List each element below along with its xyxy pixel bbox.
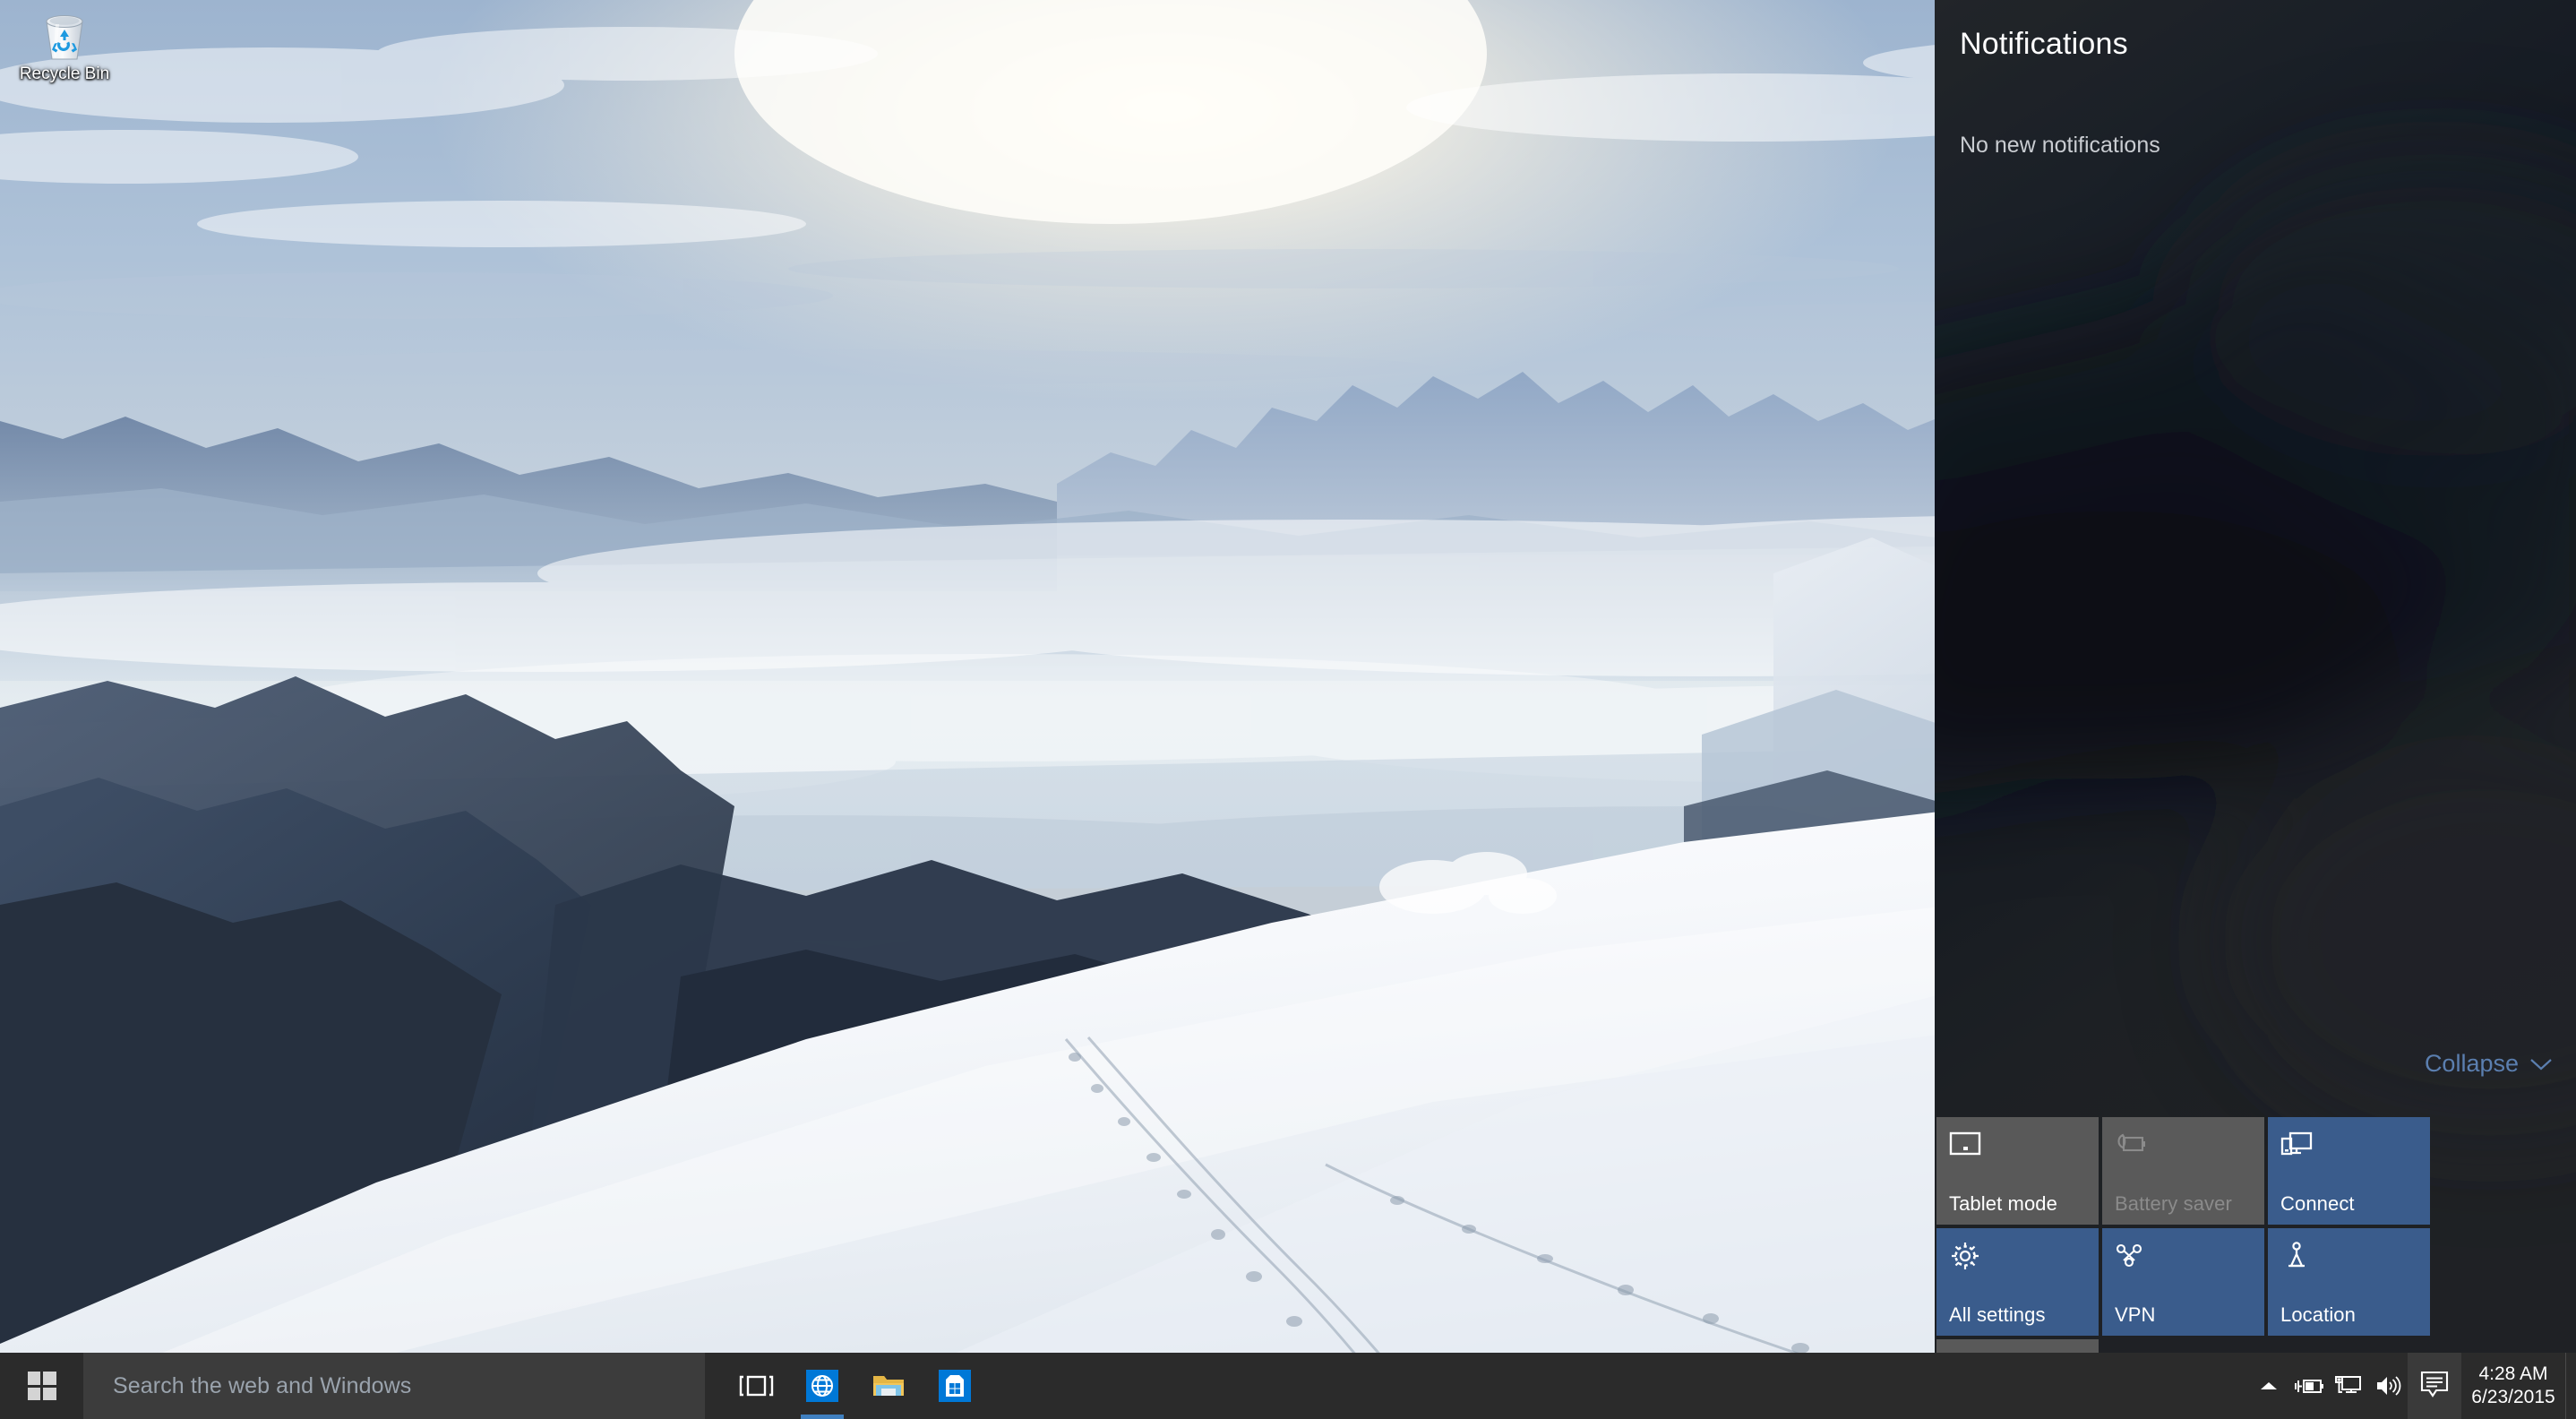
taskbar[interactable]: Search the web and Windows 4:28 AM 6/23/… [0, 1353, 2576, 1419]
quick-action-connect[interactable]: Connect [2268, 1117, 2430, 1225]
taskbar-button-windows-store[interactable] [922, 1353, 988, 1419]
collapse-label: Collapse [2424, 1050, 2519, 1077]
quick-action-label: VPN [2115, 1303, 2156, 1326]
taskbar-spacer [988, 1353, 2248, 1419]
quick-action-label: All settings [1949, 1303, 2046, 1326]
edge-icon [802, 1365, 843, 1406]
action-center-title: Notifications [1960, 27, 2128, 61]
taskbar-clock[interactable]: 4:28 AM 6/23/2015 [2461, 1353, 2565, 1419]
action-center-icon [2419, 1370, 2450, 1403]
vpn-icon [2115, 1241, 2147, 1271]
desktop-icon-label: Recycle Bin [19, 64, 110, 83]
quick-action-vpn[interactable]: VPN [2102, 1228, 2264, 1336]
desktop[interactable]: Recycle Bin Notifications No new notific… [0, 0, 2576, 1419]
show-desktop-button[interactable] [2565, 1353, 2576, 1419]
desktop-icon-recycle-bin[interactable]: Recycle Bin [7, 7, 122, 84]
chevron-up-icon [2259, 1380, 2279, 1392]
tablet-mode-icon [1949, 1130, 1981, 1160]
taskbar-button-task-view[interactable] [723, 1353, 789, 1419]
quick-action-label: Connect [2280, 1192, 2355, 1215]
quick-action-airplane-mode[interactable]: Airplane mode [1936, 1339, 2099, 1353]
quick-actions-grid[interactable]: Tablet mode Battery saver Connect All se… [1936, 1117, 2576, 1353]
chevron-down-icon [2529, 1057, 2553, 1071]
quick-action-location[interactable]: Location [2268, 1228, 2430, 1336]
connect-icon [2280, 1130, 2313, 1160]
no-notifications-message: No new notifications [1960, 133, 2160, 158]
battery-saver-icon [2115, 1130, 2147, 1160]
quick-action-label: Battery saver [2115, 1192, 2232, 1215]
taskbar-button-microsoft-edge[interactable] [789, 1353, 855, 1419]
taskbar-button-file-explorer[interactable] [855, 1353, 922, 1419]
tray-battery-button[interactable] [2289, 1353, 2329, 1419]
taskbar-app-buttons[interactable] [705, 1353, 988, 1419]
volume-icon [2374, 1374, 2402, 1398]
store-icon [934, 1365, 975, 1406]
task-view-icon [735, 1365, 777, 1406]
windows-logo-icon [27, 1372, 56, 1400]
search-input[interactable]: Search the web and Windows [83, 1353, 705, 1419]
search-placeholder: Search the web and Windows [113, 1372, 412, 1398]
quick-action-battery-saver[interactable]: Battery saver [2102, 1117, 2264, 1225]
quick-action-label: Tablet mode [1949, 1192, 2057, 1215]
network-icon [2334, 1373, 2363, 1398]
quick-action-tablet-mode[interactable]: Tablet mode [1936, 1117, 2099, 1225]
collapse-button[interactable]: Collapse [2425, 1050, 2553, 1078]
action-center-panel[interactable]: Notifications No new notifications Colla… [1935, 0, 2576, 1353]
tray-overflow-button[interactable] [2248, 1353, 2289, 1419]
recycle-bin-icon [36, 7, 93, 63]
gear-icon [1949, 1241, 1981, 1271]
system-tray[interactable]: 4:28 AM 6/23/2015 [2248, 1353, 2576, 1419]
tray-action-center-button[interactable] [2408, 1353, 2461, 1419]
tray-network-button[interactable] [2329, 1353, 2368, 1419]
clock-date: 6/23/2015 [2471, 1387, 2555, 1407]
quick-action-all-settings[interactable]: All settings [1936, 1228, 2099, 1336]
file-explorer-icon [868, 1365, 909, 1406]
location-icon [2280, 1241, 2313, 1271]
tray-volume-button[interactable] [2368, 1353, 2408, 1419]
battery-charging-icon [2293, 1374, 2325, 1398]
clock-time: 4:28 AM [2478, 1363, 2548, 1384]
start-button[interactable] [0, 1353, 83, 1419]
quick-action-label: Location [2280, 1303, 2356, 1326]
